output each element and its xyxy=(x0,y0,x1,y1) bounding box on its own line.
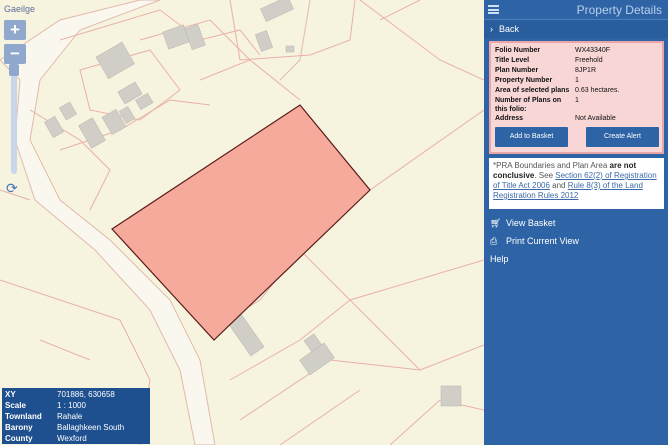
property-details-card: Folio Number WX43340F Title Level Freeho… xyxy=(489,41,664,154)
detail-value: 1 xyxy=(575,77,579,84)
info-key: Scale xyxy=(5,401,26,410)
panel-title: Property Details xyxy=(576,3,662,17)
help-button[interactable]: Help xyxy=(484,250,668,268)
info-row-xy: XY 701886, 630658 xyxy=(5,389,147,400)
detail-key: Address xyxy=(495,115,524,122)
chevron-right-icon: › xyxy=(490,24,493,34)
detail-row-address: Address Not Available xyxy=(495,114,659,124)
back-button[interactable]: › Back xyxy=(484,20,668,38)
detail-key: Plan Number xyxy=(495,67,539,74)
info-value: Rahale xyxy=(57,412,83,421)
detail-key: Number of Plans on this folio: xyxy=(495,97,562,113)
detail-row-plans-count: Number of Plans on this folio: 1 xyxy=(495,96,659,114)
detail-row-title-level: Title Level Freehold xyxy=(495,56,659,66)
property-details-panel: Property Details › Back Folio Number WX43… xyxy=(484,0,668,445)
zoom-out-button[interactable]: − xyxy=(4,44,26,64)
language-link[interactable]: Gaeilge xyxy=(4,4,35,14)
info-value: Wexford xyxy=(57,434,87,443)
detail-row-area: Area of selected plans 0.63 hectares. xyxy=(495,86,659,96)
detail-row-property-number: Property Number 1 xyxy=(495,76,659,86)
refresh-icon[interactable]: ⟳ xyxy=(6,181,20,195)
info-row-county: County Wexford xyxy=(5,433,147,444)
detail-row-plan-number: Plan Number 8JP1R xyxy=(495,66,659,76)
info-key: County xyxy=(5,434,33,443)
detail-row-folio: Folio Number WX43340F xyxy=(495,46,659,56)
help-label: Help xyxy=(490,254,509,264)
detail-value: 8JP1R xyxy=(575,67,597,74)
detail-value: 1 xyxy=(575,97,579,104)
create-alert-button[interactable]: Create Alert xyxy=(586,127,659,147)
print-label: Print Current View xyxy=(506,236,579,246)
info-row-townland: Townland Rahale xyxy=(5,411,147,422)
detail-actions: Add to Basket Create Alert xyxy=(495,127,659,147)
detail-key: Title Level xyxy=(495,57,530,64)
info-value: Ballaghkeen South xyxy=(57,423,125,432)
cart-icon: 🛒︎ xyxy=(490,218,502,228)
detail-value: WX43340F xyxy=(575,47,611,54)
back-label: Back xyxy=(499,24,520,34)
detail-key: Property Number xyxy=(495,77,553,84)
map-canvas[interactable]: Gaeilge + − ⟳ XY 701886, 630658 Scale 1 … xyxy=(0,0,484,445)
map-info-box: XY 701886, 630658 Scale 1 : 1000 Townlan… xyxy=(2,388,150,444)
detail-key: Area of selected plans xyxy=(495,87,570,94)
zoom-in-button[interactable]: + xyxy=(4,20,26,40)
print-icon: ⎙ xyxy=(490,236,498,246)
map-drawing xyxy=(0,0,484,445)
detail-value: Freehold xyxy=(575,57,603,64)
note-see: . See xyxy=(534,171,556,180)
info-value: 1 : 1000 xyxy=(57,401,86,410)
info-key: XY xyxy=(5,390,16,399)
zoom-slider-handle[interactable] xyxy=(9,64,19,76)
view-basket-button[interactable]: 🛒︎ View Basket xyxy=(484,214,668,232)
add-to-basket-button[interactable]: Add to Basket xyxy=(495,127,568,147)
info-key: Barony xyxy=(5,423,33,432)
info-value: 701886, 630658 xyxy=(57,390,115,399)
zoom-slider-track[interactable] xyxy=(11,74,17,174)
hamburger-menu-icon[interactable] xyxy=(488,5,499,14)
note-prefix: *PRA Boundaries and Plan Area xyxy=(493,161,610,170)
panel-header: Property Details xyxy=(484,0,668,20)
disclaimer-note: *PRA Boundaries and Plan Area are not co… xyxy=(489,158,664,209)
detail-value: Not Available xyxy=(575,115,616,122)
detail-key: Folio Number xyxy=(495,47,541,54)
note-and: and xyxy=(549,181,568,190)
info-key: Townland xyxy=(5,412,42,421)
view-basket-label: View Basket xyxy=(506,218,556,228)
print-current-view-button[interactable]: ⎙ Print Current View xyxy=(484,232,668,250)
info-row-barony: Barony Ballaghkeen South xyxy=(5,422,147,433)
detail-value: 0.63 hectares. xyxy=(575,87,620,94)
info-row-scale: Scale 1 : 1000 xyxy=(5,400,147,411)
